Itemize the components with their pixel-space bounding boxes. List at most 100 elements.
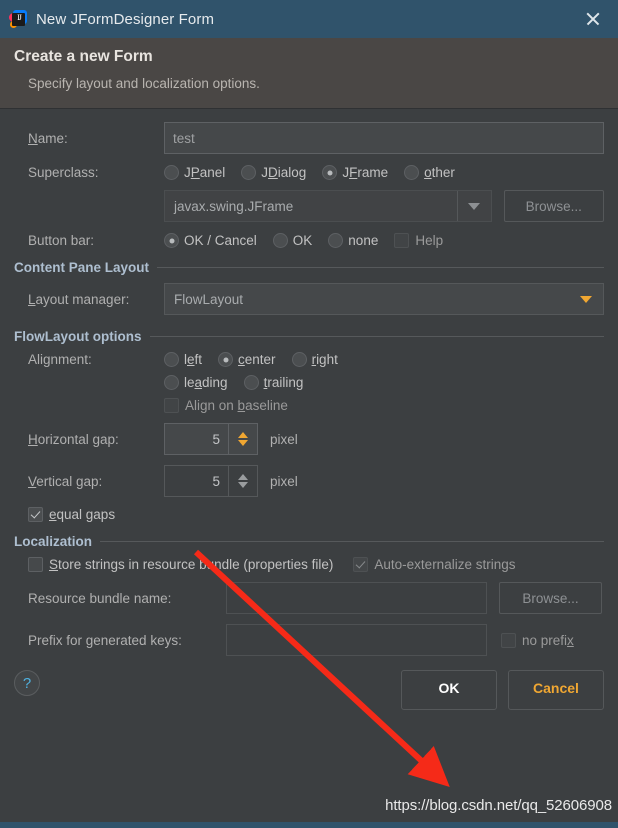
alignment-radio-group-1: left center right <box>164 352 354 367</box>
hgap-stepper[interactable]: 5 <box>164 423 258 455</box>
vgap-label: Vertical gap: <box>28 473 103 489</box>
radio-indicator <box>291 352 307 367</box>
radio-superclass-other[interactable]: other <box>404 165 465 180</box>
radio-label: center <box>238 352 276 367</box>
radio-alignment-left[interactable]: left <box>164 352 212 367</box>
buttonbar-label: Button bar: <box>28 233 95 248</box>
radio-alignment-center[interactable]: center <box>218 352 286 367</box>
radio-label: trailing <box>263 375 304 390</box>
bundle-name-input[interactable] <box>226 582 487 614</box>
name-input[interactable]: test <box>164 122 604 154</box>
section-title: FlowLayout options <box>14 329 142 344</box>
equal-gaps-row: equal gaps <box>14 507 604 522</box>
radio-indicator <box>241 165 257 180</box>
store-strings-row: Store strings in resource bundle (proper… <box>14 557 604 572</box>
ok-button[interactable]: OK <box>401 670 497 710</box>
radio-label: JDialog <box>261 165 307 180</box>
bundle-browse-button[interactable]: Browse... <box>499 582 602 614</box>
vgap-value[interactable]: 5 <box>164 465 228 497</box>
name-input-value: test <box>173 130 195 146</box>
chevron-down-icon[interactable] <box>456 191 491 221</box>
radio-indicator <box>243 375 259 390</box>
radio-label: left <box>184 352 203 367</box>
checkbox-label: Auto-externalize strings <box>374 557 516 572</box>
align-baseline-row: Align on baseline <box>14 398 604 413</box>
checkbox-no-prefix[interactable]: no prefix <box>501 632 584 648</box>
stepper-down-icon <box>238 482 248 488</box>
section-divider <box>157 267 604 268</box>
alignment-radio-group-2: leading trailing <box>164 375 319 390</box>
intellij-idea-icon: IJ <box>9 10 27 28</box>
stepper-down-icon <box>238 440 248 446</box>
bundle-name-label: Resource bundle name: <box>28 590 172 606</box>
checkbox-equal-gaps[interactable]: equal gaps <box>28 507 125 522</box>
checkbox-indicator <box>164 398 179 413</box>
prefix-label: Prefix for generated keys: <box>28 632 182 648</box>
radio-superclass-jdialog[interactable]: JDialog <box>241 165 316 180</box>
watermark-text: https://blog.csdn.net/qq_52606908 <box>385 797 612 814</box>
radio-buttonbar-ok-cancel[interactable]: OK / Cancel <box>164 233 267 248</box>
hgap-label: Horizontal gap: <box>28 431 119 447</box>
vgap-stepper-buttons[interactable] <box>228 465 258 497</box>
layout-manager-label: Layout manager: <box>28 291 130 307</box>
checkbox-store-strings[interactable]: Store strings in resource bundle (proper… <box>28 557 343 572</box>
radio-superclass-jpanel[interactable]: JPanel <box>164 165 235 180</box>
radio-label: none <box>348 233 379 248</box>
radio-superclass-jframe[interactable]: JFrame <box>322 165 398 180</box>
radio-label: leading <box>184 375 228 390</box>
radio-label: JFrame <box>342 165 389 180</box>
vgap-stepper[interactable]: 5 <box>164 465 258 497</box>
checkbox-align-on-baseline[interactable]: Align on baseline <box>164 398 298 413</box>
radio-buttonbar-none[interactable]: none <box>328 233 388 248</box>
checkbox-indicator <box>28 507 43 522</box>
cancel-button-label: Cancel <box>533 680 579 696</box>
radio-indicator <box>322 165 338 180</box>
section-title: Content Pane Layout <box>14 260 150 275</box>
alignment-label: Alignment: <box>28 352 92 367</box>
checkbox-help[interactable]: Help <box>394 233 453 248</box>
checkbox-auto-externalize[interactable]: Auto-externalize strings <box>353 557 525 572</box>
vgap-unit: pixel <box>270 473 298 489</box>
checkbox-indicator <box>394 233 410 248</box>
hgap-stepper-buttons[interactable] <box>228 423 258 455</box>
superclass-combo-value: javax.swing.JFrame <box>174 198 294 214</box>
radio-indicator <box>164 375 179 390</box>
alignment-row: Alignment: left center right <box>14 352 604 367</box>
window-titlebar: IJ New JFormDesigner Form <box>0 0 618 38</box>
section-divider <box>149 336 604 337</box>
superclass-browse-button[interactable]: Browse... <box>503 190 604 222</box>
superclass-radio-group: JPanel JDialog JFrame other <box>164 165 471 180</box>
dialog-body: Name: test Superclass: JPanel JDialog JF… <box>0 110 618 828</box>
banner-subtitle: Specify layout and localization options. <box>28 76 260 91</box>
checkbox-indicator <box>28 557 43 572</box>
radio-label: JPanel <box>184 165 226 180</box>
hgap-value[interactable]: 5 <box>164 423 228 455</box>
superclass-combo[interactable]: javax.swing.JFrame <box>164 190 492 222</box>
checkbox-indicator <box>353 557 369 572</box>
stepper-up-icon <box>238 432 248 438</box>
radio-label: OK / Cancel <box>184 233 257 248</box>
bottom-edge-strip <box>0 822 618 828</box>
prefix-input[interactable] <box>226 624 487 656</box>
close-icon[interactable] <box>582 8 604 30</box>
hgap-row: Horizontal gap: 5 pixel <box>14 423 604 455</box>
radio-indicator <box>218 352 234 367</box>
cancel-button[interactable]: Cancel <box>508 670 604 710</box>
radio-alignment-leading[interactable]: leading <box>164 375 238 390</box>
section-flowlayout-options: FlowLayout options <box>14 329 604 344</box>
buttonbar-row: Button bar: OK / Cancel OK none Help <box>14 233 604 248</box>
checkbox-label: no prefix <box>522 632 574 648</box>
layout-manager-combo[interactable]: FlowLayout <box>164 283 604 315</box>
radio-alignment-trailing[interactable]: trailing <box>243 375 314 390</box>
layout-manager-value: FlowLayout <box>174 291 244 307</box>
radio-alignment-right[interactable]: right <box>291 352 348 367</box>
name-row: Name: test <box>14 122 604 154</box>
chevron-down-icon[interactable] <box>569 284 603 314</box>
dialog-banner: Create a new Form Specify layout and loc… <box>0 38 618 109</box>
radio-buttonbar-ok[interactable]: OK <box>272 233 323 248</box>
radio-indicator <box>164 165 179 180</box>
window-title: New JFormDesigner Form <box>36 10 215 28</box>
question-mark-icon[interactable]: ? <box>14 670 40 696</box>
superclass-row: Superclass: JPanel JDialog JFrame other <box>14 165 604 180</box>
radio-label: OK <box>292 233 313 248</box>
